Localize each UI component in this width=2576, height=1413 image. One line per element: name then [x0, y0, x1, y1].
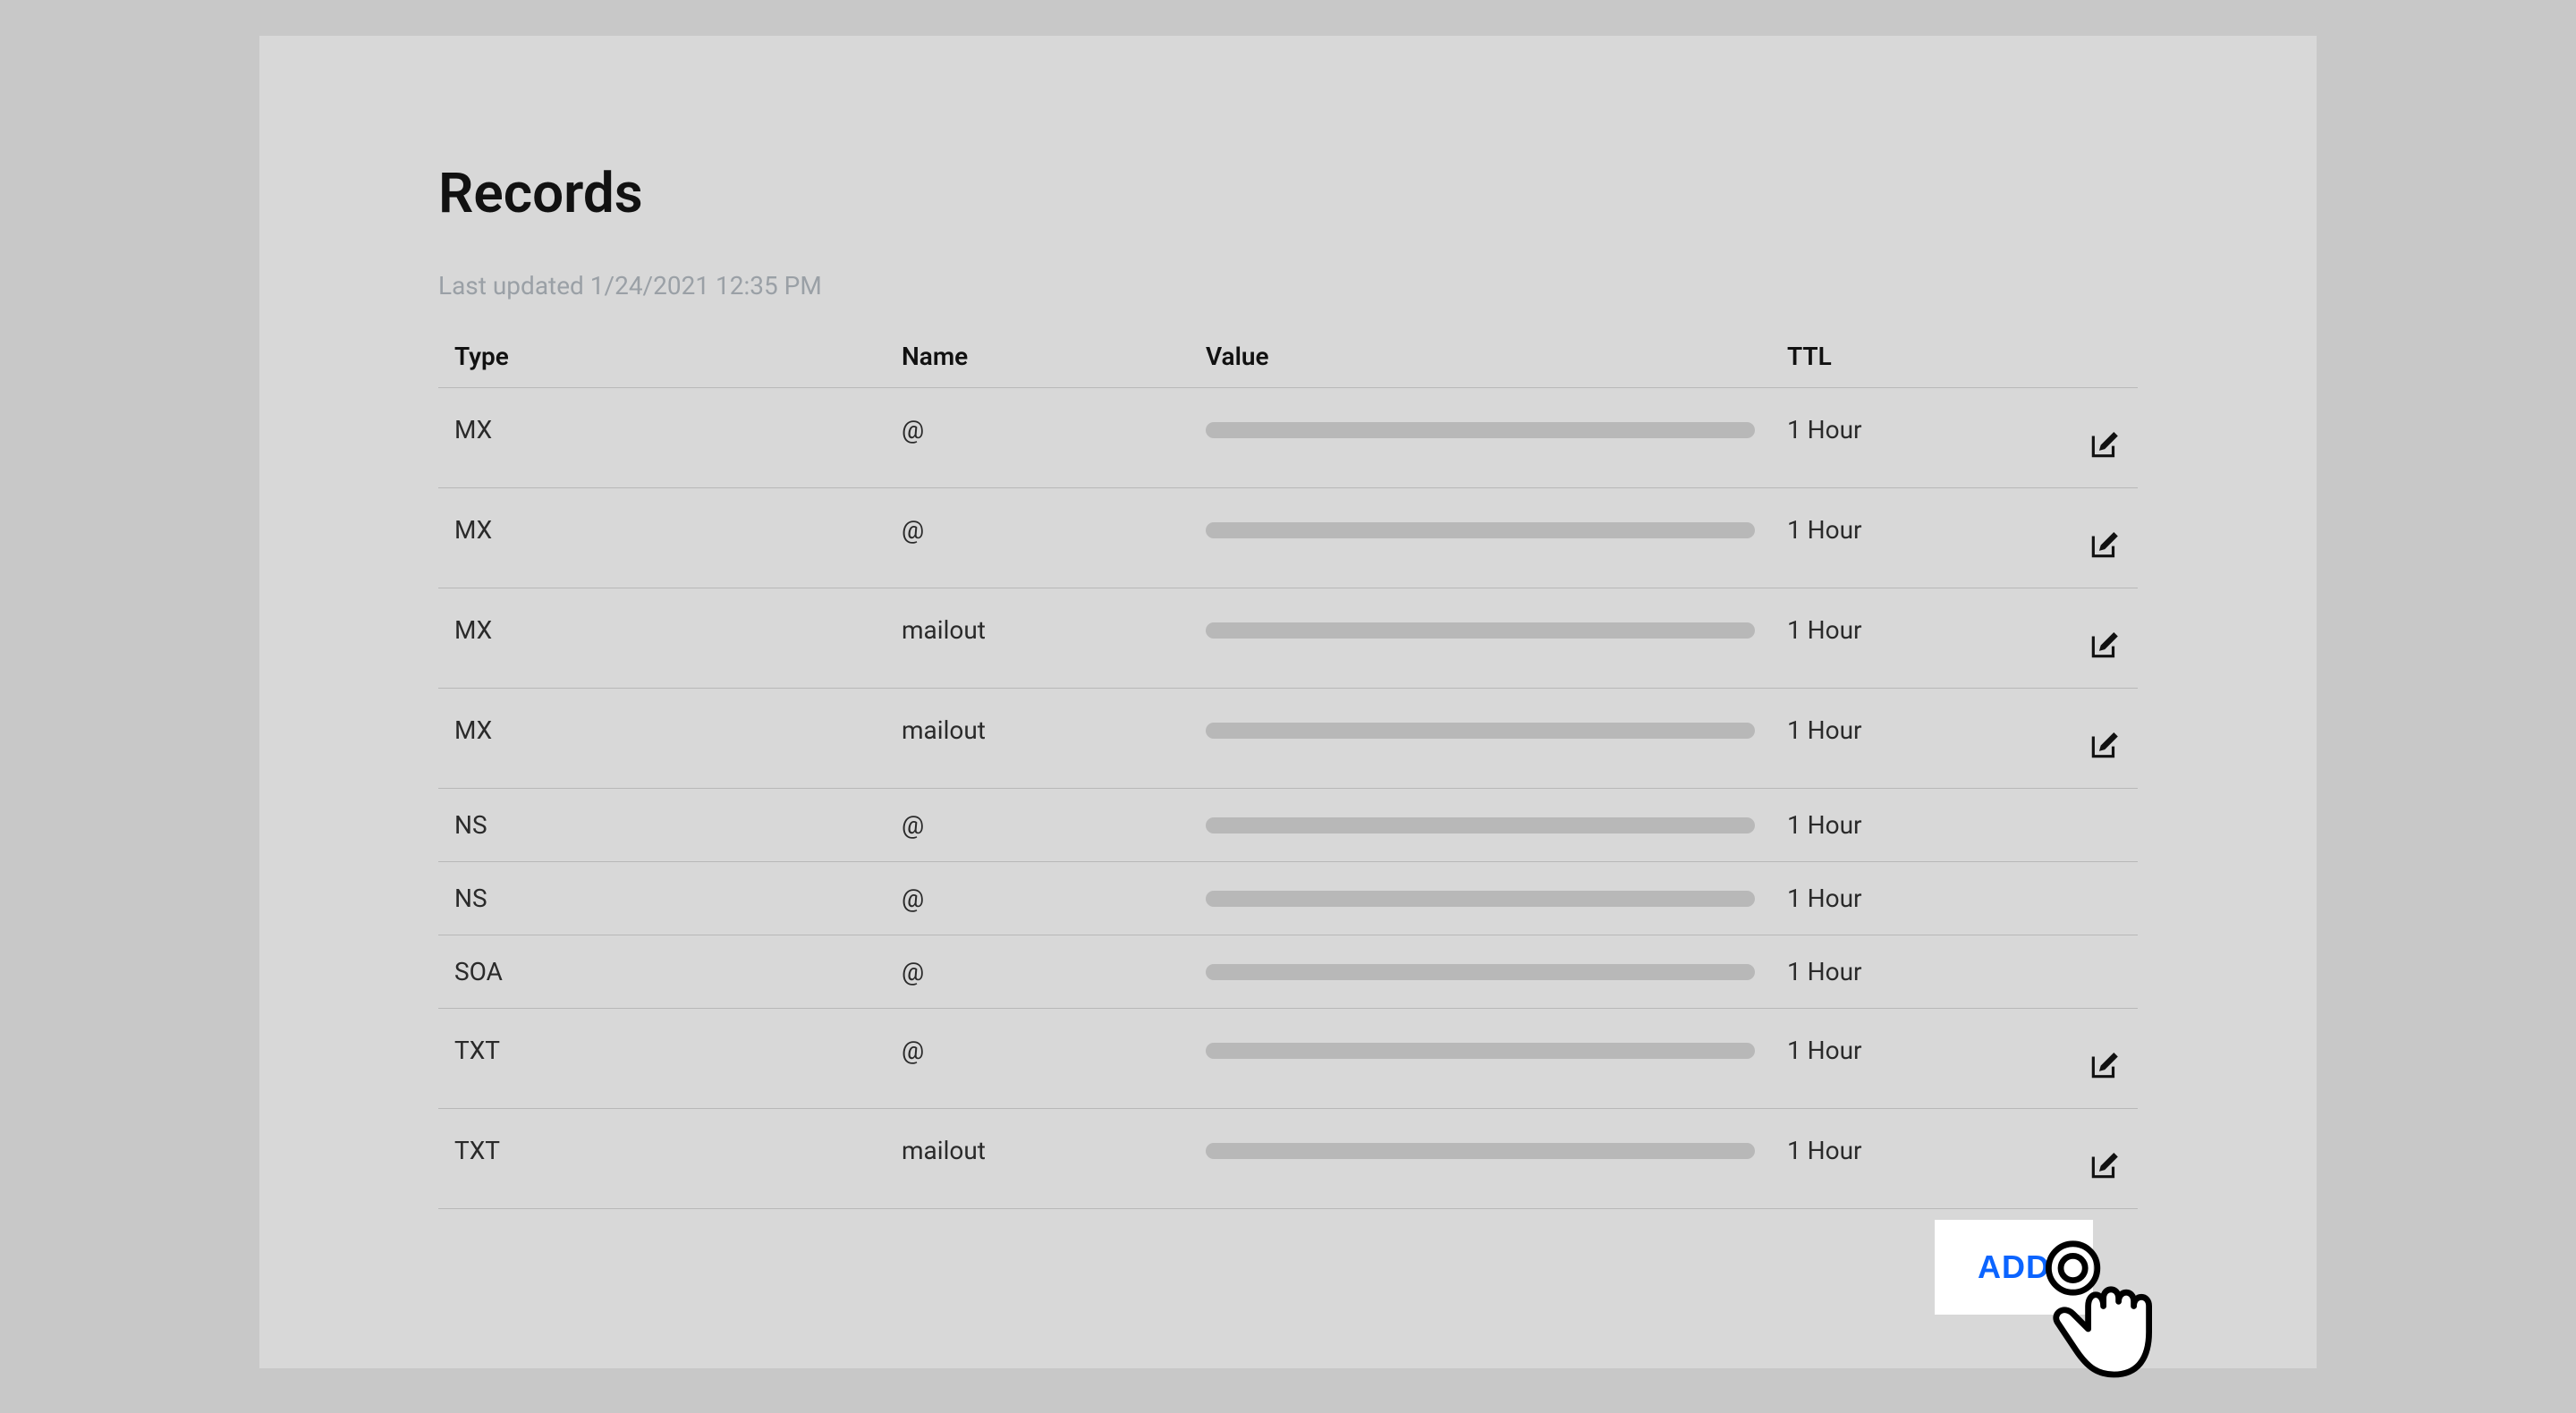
cell-ttl: 1 Hour [1771, 935, 2030, 1009]
cell-ttl: 1 Hour [1771, 488, 2030, 588]
table-row: MXmailout 1 Hour [438, 588, 2138, 689]
edit-button[interactable] [2088, 1048, 2122, 1082]
edit-icon [2088, 1148, 2122, 1182]
redacted-value-bar [1206, 1043, 1755, 1059]
redacted-value-bar [1206, 723, 1755, 739]
cell-type: NS [438, 862, 886, 935]
cell-value [1190, 935, 1771, 1009]
edit-icon [2088, 728, 2122, 762]
edit-button[interactable] [2088, 728, 2122, 762]
table-row: MX@1 Hour [438, 488, 2138, 588]
cell-name: @ [886, 862, 1190, 935]
cell-actions [2030, 588, 2138, 689]
cell-value [1190, 789, 1771, 862]
redacted-value-bar [1206, 622, 1755, 639]
column-header-ttl: TTL [1771, 327, 2030, 388]
records-card: Records Last updated 1/24/2021 12:35 PM … [259, 36, 2317, 1368]
cell-type: MX [438, 588, 886, 689]
edit-icon [2088, 427, 2122, 461]
cell-actions [2030, 1009, 2138, 1109]
cell-type: TXT [438, 1009, 886, 1109]
edit-button[interactable] [2088, 427, 2122, 461]
table-row: NS@1 Hour [438, 789, 2138, 862]
table-row: NS@1 Hour [438, 862, 2138, 935]
table-row: MXmailout 1 Hour [438, 689, 2138, 789]
cell-name: @ [886, 488, 1190, 588]
cell-ttl: 1 Hour [1771, 789, 2030, 862]
add-button-container: ADD [438, 1220, 2138, 1315]
cell-actions [2030, 935, 2138, 1009]
cell-value [1190, 689, 1771, 789]
page-title: Records [438, 161, 2138, 226]
cell-type: TXT [438, 1109, 886, 1209]
redacted-value-bar [1206, 891, 1755, 907]
cell-name: @ [886, 388, 1190, 488]
cell-ttl: 1 Hour [1771, 862, 2030, 935]
cell-actions [2030, 1109, 2138, 1209]
cell-actions [2030, 388, 2138, 488]
redacted-value-bar [1206, 964, 1755, 980]
cell-value [1190, 1009, 1771, 1109]
cell-value [1190, 588, 1771, 689]
cell-name: @ [886, 1009, 1190, 1109]
cell-name: mailout [886, 689, 1190, 789]
cell-ttl: 1 Hour [1771, 1009, 2030, 1109]
redacted-value-bar [1206, 817, 1755, 833]
cell-ttl: 1 Hour [1771, 388, 2030, 488]
edit-button[interactable] [2088, 1148, 2122, 1182]
cell-name: @ [886, 789, 1190, 862]
redacted-value-bar [1206, 422, 1755, 438]
column-header-value: Value [1190, 327, 1771, 388]
cell-value [1190, 862, 1771, 935]
cell-name: mailout [886, 588, 1190, 689]
table-row: MX@1 Hour [438, 388, 2138, 488]
cell-type: SOA [438, 935, 886, 1009]
cell-ttl: 1 Hour [1771, 588, 2030, 689]
cell-value [1190, 1109, 1771, 1209]
cell-type: MX [438, 689, 886, 789]
edit-icon [2088, 528, 2122, 562]
edit-icon [2088, 628, 2122, 662]
column-header-type: Type [438, 327, 886, 388]
edit-button[interactable] [2088, 528, 2122, 562]
edit-icon [2088, 1048, 2122, 1082]
edit-button[interactable] [2088, 628, 2122, 662]
cell-type: MX [438, 388, 886, 488]
cell-type: MX [438, 488, 886, 588]
table-row: TXT@1 Hour [438, 1009, 2138, 1109]
cell-value [1190, 388, 1771, 488]
last-updated-text: Last updated 1/24/2021 12:35 PM [438, 271, 2138, 300]
redacted-value-bar [1206, 522, 1755, 538]
cell-name: mailout [886, 1109, 1190, 1209]
cell-name: @ [886, 935, 1190, 1009]
cell-actions [2030, 789, 2138, 862]
column-header-edit [2030, 327, 2138, 388]
table-row: SOA@1 Hour [438, 935, 2138, 1009]
add-button[interactable]: ADD [1935, 1220, 2093, 1315]
redacted-value-bar [1206, 1143, 1755, 1159]
column-header-name: Name [886, 327, 1190, 388]
cell-ttl: 1 Hour [1771, 1109, 2030, 1209]
table-header-row: Type Name Value TTL [438, 327, 2138, 388]
cell-ttl: 1 Hour [1771, 689, 2030, 789]
records-table: Type Name Value TTL MX@1 HourMX@1 HourMX… [438, 327, 2138, 1209]
cell-actions [2030, 488, 2138, 588]
cell-value [1190, 488, 1771, 588]
cell-actions [2030, 862, 2138, 935]
cell-type: NS [438, 789, 886, 862]
cell-actions [2030, 689, 2138, 789]
table-row: TXTmailout 1 Hour [438, 1109, 2138, 1209]
